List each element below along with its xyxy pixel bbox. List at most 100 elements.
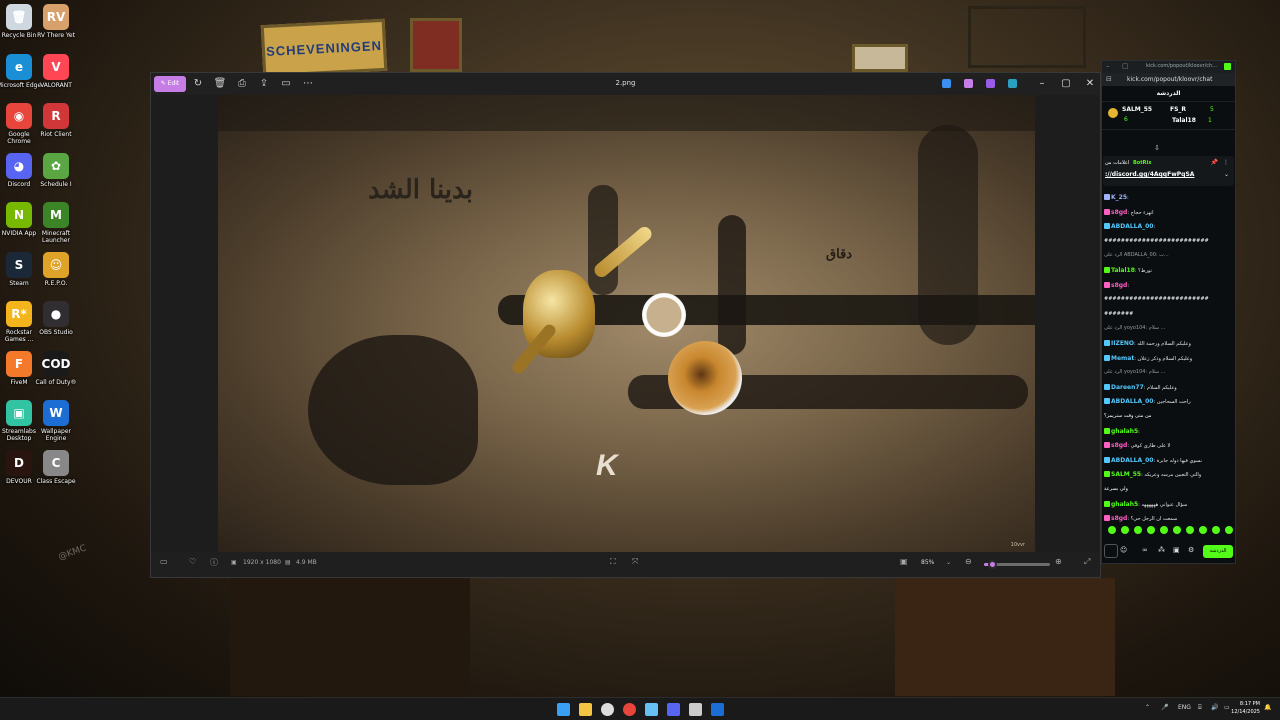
visual-search-icon[interactable] [942, 79, 951, 88]
emote-icon[interactable] [1212, 526, 1220, 534]
start-icon[interactable] [557, 703, 570, 716]
address-text[interactable]: kick.com/popout/kloovr/chat [1127, 76, 1212, 83]
emote-icon[interactable] [1121, 526, 1129, 534]
chat-message[interactable]: الرد على yoyo104: سلام ... [1104, 369, 1234, 379]
chat-username[interactable]: Talal18 [1111, 267, 1135, 274]
users-icon[interactable]: ⁂ [1158, 546, 1165, 554]
desktop-icon[interactable]: COD Call of Duty® [33, 350, 79, 386]
tray-overflow-icon[interactable]: ⌃ [1145, 704, 1150, 711]
chat-message[interactable]: ghalah5: سؤال عنواني ههههههه [1104, 500, 1234, 511]
chat-message[interactable]: ghalah5: [1104, 427, 1234, 438]
zoom-out-icon[interactable]: ⊖ [965, 557, 972, 566]
emote-icon[interactable] [1173, 526, 1181, 534]
chat-username[interactable]: ghalah5 [1111, 428, 1138, 435]
filter-icon[interactable]: ⇩ [1154, 144, 1160, 152]
gift-icon[interactable]: ▣ [1173, 546, 1180, 554]
chat-username[interactable]: s8gd [1111, 209, 1127, 216]
zoom-in-icon[interactable]: ⊕ [1055, 557, 1062, 566]
photos-window[interactable]: ✎ Edit ↻ 🗑 ⎙ ⇪ ▭ ⋯ 2.png – ▢ ✕ بدينا الش… [150, 72, 1101, 578]
chat-message[interactable]: ######################### [1104, 296, 1234, 306]
emote-icon[interactable] [1160, 526, 1168, 534]
chat-username[interactable]: s8gd [1111, 442, 1127, 449]
fullscreen-icon[interactable]: ⤢ [1084, 557, 1090, 567]
chat-username[interactable]: ABDALLA_00 [1111, 223, 1153, 230]
chat-message[interactable]: s8gd: لا على طاري كوفي [1104, 442, 1234, 452]
desktop-icon[interactable]: V VALORANT [33, 53, 79, 89]
chat-username[interactable]: Dareen77 [1111, 384, 1144, 391]
volume-icon[interactable]: 🔊 [1211, 704, 1218, 711]
copilot-icon[interactable] [1008, 79, 1017, 88]
desktop-icon[interactable]: ● OBS Studio [33, 301, 79, 336]
battery-icon[interactable]: ▭ [1224, 704, 1230, 711]
address-bar[interactable]: ⊟ kick.com/popout/kloovr/chat [1102, 73, 1235, 86]
zoom-percent[interactable]: 85% [921, 559, 934, 566]
pinned-user[interactable]: BotRix [1133, 160, 1151, 166]
filmstrip-icon[interactable]: ▭ [160, 557, 168, 566]
chat-message[interactable]: IIZENO: وعليكم السلام ورحمة الله [1104, 340, 1234, 350]
pinned-message[interactable]: اعلامات من BotRix 📌 ⋮ ://discord.gg/4Aqq… [1103, 156, 1234, 186]
chat-username[interactable]: SALM_55 [1111, 471, 1141, 478]
chat-message[interactable]: ######################### [1104, 238, 1234, 248]
erase-icon[interactable] [964, 79, 973, 88]
chat-input[interactable] [1104, 544, 1118, 558]
obs-icon[interactable] [601, 703, 614, 716]
microphone-icon[interactable]: 🎤 [1161, 704, 1168, 711]
chat-message[interactable]: ABDALLA_00: نسوي فيها دوله جابرة [1104, 456, 1234, 467]
network-icon[interactable]: ⌸ [1198, 704, 1202, 712]
emote-icon[interactable] [1186, 526, 1194, 534]
chat-message[interactable]: ABDALLA_00: راحت السحاجين [1104, 398, 1234, 408]
chat-window[interactable]: – ▢ kick.com/popout/kloovr/ch... ⊟ kick.… [1101, 60, 1236, 564]
restore-icon[interactable]: ▢ [1122, 62, 1129, 70]
discord-icon[interactable] [667, 703, 680, 716]
chatgpt-icon[interactable] [689, 703, 702, 716]
background-icon[interactable] [986, 79, 995, 88]
clock-date[interactable]: 12/14/2025 [1231, 709, 1260, 715]
emote-icon[interactable] [1225, 526, 1233, 534]
close-button[interactable]: ✕ [1083, 77, 1097, 91]
language-indicator[interactable]: ENG [1178, 704, 1191, 711]
desktop-icon[interactable]: ☺ R.E.P.O. [33, 251, 79, 287]
favorite-icon[interactable]: ♡ [189, 557, 196, 566]
send-button[interactable]: الدردشة [1203, 545, 1233, 558]
emote-icon[interactable] [1199, 526, 1207, 534]
chat-message[interactable]: s8gd: اتهزء حجاج [1104, 208, 1234, 219]
desktop-icon[interactable]: R Riot Client [33, 103, 79, 138]
settings-icon[interactable]: ⚙ [1188, 546, 1194, 554]
chat-username[interactable]: ABDALLA_00 [1111, 457, 1153, 464]
chat-username[interactable]: Memat [1111, 355, 1134, 362]
chrome-icon[interactable] [623, 703, 636, 716]
expand-chevron-icon[interactable]: ⌄ [1224, 171, 1229, 178]
chat-message[interactable]: ولي بسرعة [1104, 486, 1234, 496]
pin-icon[interactable]: 📌 [1211, 159, 1218, 166]
maximize-button[interactable]: ▢ [1059, 77, 1073, 91]
minimize-button[interactable]: – [1035, 77, 1049, 91]
minimize-icon[interactable]: – [1106, 62, 1110, 70]
actual-size-icon[interactable]: ⤧ [632, 557, 638, 567]
chat-message[interactable]: Memat: وعليكم السلام وذكر زعلان [1104, 354, 1234, 365]
chat-message[interactable]: الرد على yoyo104: سلام ... [1104, 325, 1234, 335]
screenshot-icon[interactable]: ▣ [900, 557, 908, 566]
chat-username[interactable]: K_25 [1111, 194, 1127, 201]
points-icon[interactable]: ∞ [1142, 546, 1148, 554]
chat-message[interactable]: SALM_55: والتي التعيين مرسه وعريكه [1104, 471, 1234, 481]
pinned-link[interactable]: ://discord.gg/4AqqFwPqSA [1105, 171, 1194, 178]
emote-icon[interactable] [1134, 526, 1142, 534]
chat-message[interactable]: Dareen77: وعليكم السلام [1104, 383, 1234, 394]
clock-time[interactable]: 8:17 PM [1240, 701, 1260, 707]
gifter-name[interactable]: Talal18 [1172, 117, 1196, 124]
pinned-more-icon[interactable]: ⋮ [1223, 159, 1229, 166]
desktop-icon[interactable]: C Class Escape [33, 449, 79, 485]
emote-icon[interactable] [1147, 526, 1155, 534]
chat-message[interactable]: K_25: [1104, 194, 1234, 204]
desktop-icon[interactable]: ✿ Schedule I [33, 152, 79, 188]
chat-username[interactable]: ABDALLA_00 [1111, 398, 1153, 405]
zoom-slider-thumb[interactable] [987, 560, 997, 569]
chat-message[interactable]: ABDALLA_00: [1104, 223, 1234, 233]
gifter-name[interactable]: SALM_55 [1122, 106, 1152, 113]
zoom-dropdown-icon[interactable]: ⌄ [946, 559, 951, 566]
desktop-icon[interactable]: RV RV There Yet [33, 4, 79, 39]
chat-username[interactable]: IIZENO [1111, 340, 1134, 347]
steam-icon[interactable] [645, 703, 658, 716]
chat-username[interactable]: s8gd [1111, 515, 1127, 522]
zoom-slider[interactable] [984, 560, 1050, 569]
